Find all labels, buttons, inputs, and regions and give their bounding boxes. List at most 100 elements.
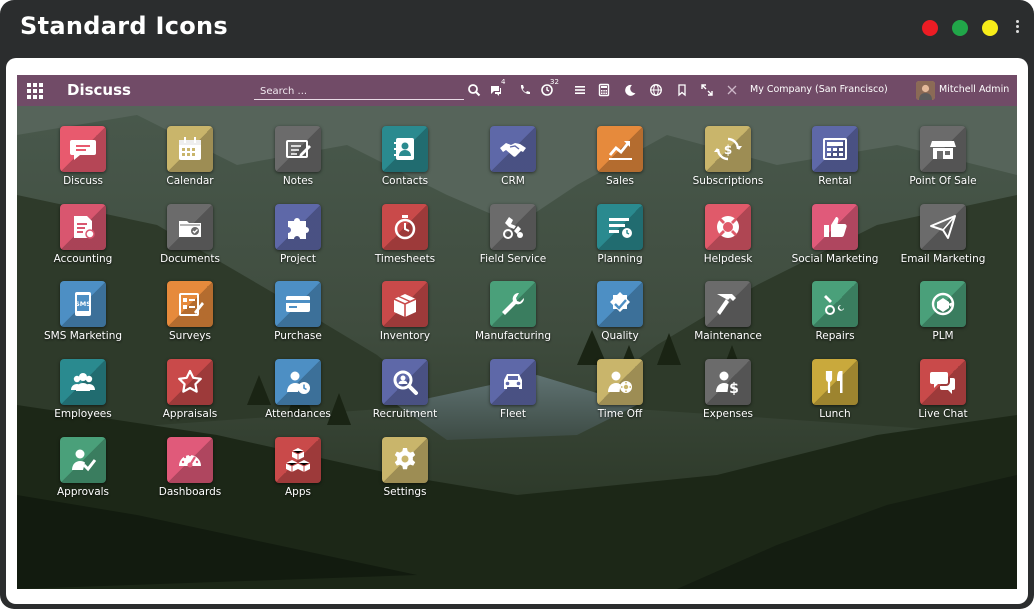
app-tile-surveys[interactable]: Surveys xyxy=(135,281,245,355)
app-tile-documents[interactable]: Documents xyxy=(135,204,245,278)
app-tile-maintenance[interactable]: Maintenance xyxy=(673,281,783,355)
window-maximize-button[interactable] xyxy=(952,20,968,36)
time-off-icon[interactable] xyxy=(597,359,643,405)
sms-icon[interactable]: SMS xyxy=(60,281,106,327)
chart-up-icon[interactable] xyxy=(597,126,643,172)
chat-bubble-icon[interactable] xyxy=(60,126,106,172)
stopwatch-icon[interactable] xyxy=(382,204,428,250)
phone-icon[interactable] xyxy=(518,83,532,97)
credit-card-icon[interactable] xyxy=(275,281,321,327)
search-icon[interactable] xyxy=(467,83,481,97)
documents-icon[interactable] xyxy=(167,204,213,250)
puzzle-icon[interactable] xyxy=(275,204,321,250)
app-tile-settings[interactable]: Settings xyxy=(350,437,460,511)
app-tile-helpdesk[interactable]: Helpdesk xyxy=(673,204,783,278)
list-icon[interactable] xyxy=(573,83,587,97)
thumbs-up-icon[interactable] xyxy=(812,204,858,250)
app-tile-social-marketing[interactable]: Social Marketing xyxy=(780,204,890,278)
paper-plane-icon[interactable] xyxy=(920,204,966,250)
accounting-icon[interactable] xyxy=(60,204,106,250)
window-close-button[interactable] xyxy=(922,20,938,36)
dark-mode-icon[interactable] xyxy=(623,83,637,97)
app-tile-notes[interactable]: Notes xyxy=(243,126,353,200)
calendar-icon[interactable] xyxy=(167,126,213,172)
current-app-title[interactable]: Discuss xyxy=(67,81,131,99)
app-tile-subscriptions[interactable]: $ Subscriptions xyxy=(673,126,783,200)
repairs-icon[interactable] xyxy=(812,281,858,327)
app-tile-apps[interactable]: Apps xyxy=(243,437,353,511)
app-tile-fleet[interactable]: Fleet xyxy=(458,359,568,433)
app-tile-recruitment[interactable]: Recruitment xyxy=(350,359,460,433)
app-tile-sms-marketing[interactable]: SMS SMS Marketing xyxy=(28,281,138,355)
app-tile-appraisals[interactable]: Appraisals xyxy=(135,359,245,433)
app-tile-rental[interactable]: Rental xyxy=(780,126,890,200)
wrench-icon[interactable] xyxy=(490,281,536,327)
store-icon[interactable] xyxy=(920,126,966,172)
app-tile-calendar[interactable]: Calendar xyxy=(135,126,245,200)
cubes-icon[interactable] xyxy=(275,437,321,483)
attendance-icon[interactable] xyxy=(275,359,321,405)
gear-icon[interactable] xyxy=(382,437,428,483)
app-tile-manufacturing[interactable]: Manufacturing xyxy=(458,281,568,355)
magnifier-icon[interactable] xyxy=(382,359,428,405)
car-icon[interactable] xyxy=(490,359,536,405)
app-tile-expenses[interactable]: $ Expenses xyxy=(673,359,783,433)
company-switcher[interactable]: My Company (San Francisco) xyxy=(750,84,888,95)
lifebuoy-icon[interactable] xyxy=(705,204,751,250)
calculator-icon[interactable] xyxy=(597,83,611,97)
app-tile-accounting[interactable]: Accounting xyxy=(28,204,138,278)
gauge-icon[interactable] xyxy=(167,437,213,483)
planning-icon[interactable] xyxy=(597,204,643,250)
live-chat-icon[interactable] xyxy=(920,359,966,405)
app-tile-time-off[interactable]: Time Off xyxy=(565,359,675,433)
app-tile-approvals[interactable]: Approvals xyxy=(28,437,138,511)
app-label: Social Marketing xyxy=(791,253,879,265)
expenses-icon[interactable]: $ xyxy=(705,359,751,405)
app-tile-project[interactable]: Project xyxy=(243,204,353,278)
app-tile-repairs[interactable]: Repairs xyxy=(780,281,890,355)
app-tile-email-marketing[interactable]: Email Marketing xyxy=(888,204,998,278)
rental-icon[interactable] xyxy=(812,126,858,172)
app-tile-live-chat[interactable]: Live Chat xyxy=(888,359,998,433)
plm-icon[interactable] xyxy=(920,281,966,327)
app-tile-inventory[interactable]: Inventory xyxy=(350,281,460,355)
app-tile-planning[interactable]: Planning xyxy=(565,204,675,278)
fullscreen-icon[interactable] xyxy=(700,83,714,97)
box-icon[interactable] xyxy=(382,281,428,327)
user-menu[interactable]: Mitchell Admin xyxy=(939,84,1009,95)
app-tile-contacts[interactable]: Contacts xyxy=(350,126,460,200)
app-tile-timesheets[interactable]: Timesheets xyxy=(350,204,460,278)
window-minimize-button[interactable] xyxy=(982,20,998,36)
app-tile-field-service[interactable]: Field Service xyxy=(458,204,568,278)
app-tile-employees[interactable]: Employees xyxy=(28,359,138,433)
user-avatar[interactable] xyxy=(916,81,935,100)
bookmark-icon[interactable] xyxy=(675,83,689,97)
handshake-icon[interactable] xyxy=(490,126,536,172)
quality-icon[interactable] xyxy=(597,281,643,327)
app-tile-dashboards[interactable]: Dashboards xyxy=(135,437,245,511)
language-globe-icon[interactable] xyxy=(649,83,663,97)
app-tile-attendances[interactable]: Attendances xyxy=(243,359,353,433)
approvals-icon[interactable] xyxy=(60,437,106,483)
surveys-icon[interactable] xyxy=(167,281,213,327)
app-tile-quality[interactable]: Quality xyxy=(565,281,675,355)
app-tile-lunch[interactable]: Lunch xyxy=(780,359,890,433)
employees-icon[interactable] xyxy=(60,359,106,405)
search-input[interactable] xyxy=(254,81,454,102)
star-icon[interactable] xyxy=(167,359,213,405)
app-tile-crm[interactable]: CRM xyxy=(458,126,568,200)
app-tile-plm[interactable]: PLM xyxy=(888,281,998,355)
app-tile-purchase[interactable]: Purchase xyxy=(243,281,353,355)
subscription-icon[interactable]: $ xyxy=(705,126,751,172)
app-tile-discuss[interactable]: Discuss xyxy=(28,126,138,200)
hammer-icon[interactable] xyxy=(705,281,751,327)
app-tile-point-of-sale[interactable]: Point Of Sale xyxy=(888,126,998,200)
app-tile-sales[interactable]: Sales xyxy=(565,126,675,200)
apps-menu-icon[interactable] xyxy=(27,83,43,99)
debug-tools-icon[interactable] xyxy=(725,83,739,97)
field-service-icon[interactable] xyxy=(490,204,536,250)
window-menu-icon[interactable] xyxy=(1014,18,1020,38)
lunch-icon[interactable] xyxy=(812,359,858,405)
contacts-icon[interactable] xyxy=(382,126,428,172)
notes-icon[interactable] xyxy=(275,126,321,172)
